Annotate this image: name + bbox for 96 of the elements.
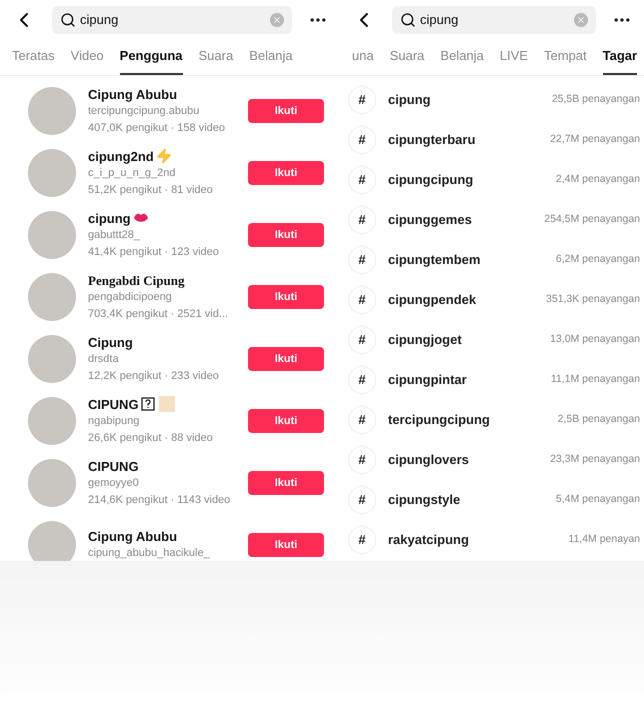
tab[interactable]: Tagar [602, 46, 638, 75]
view-count: 25,5B penayangan [552, 92, 640, 108]
user-stats: 26,6K pengikut · 88 video [88, 430, 214, 446]
hashtag-icon: # [348, 126, 376, 154]
follow-button[interactable]: Ikuti [248, 471, 324, 495]
hashtag-icon: # [348, 526, 376, 554]
hashtag-icon: # [348, 246, 376, 274]
user-name: cipung2nd [88, 148, 154, 164]
follow-button[interactable]: Ikuti [248, 161, 324, 185]
search-text: cipung [420, 11, 460, 30]
user-stats: 214,6K pengikut · 1143 video [88, 492, 232, 508]
user-handle: cipung_abubu_hacikule_ [88, 546, 211, 561]
avatar-placeholder [28, 149, 76, 197]
avatar-placeholder [28, 273, 76, 321]
view-count: 22,7M penayangan [550, 132, 640, 148]
avatar-placeholder [28, 521, 76, 561]
hashtag-icon: # [348, 86, 376, 114]
tab[interactable]: LIVE [500, 46, 528, 75]
hashtag-icon: # [348, 166, 376, 194]
view-count: 11,1M penayangan [550, 372, 640, 388]
tab[interactable]: una [352, 46, 374, 75]
tab[interactable]: Suara [390, 46, 424, 75]
user-handle: gemoyye0 [88, 476, 140, 490]
view-count: 11,4M penayan [568, 532, 640, 548]
user-handle: pengabdicipoeng [88, 290, 173, 304]
hashtag-icon: # [348, 206, 376, 234]
user-name: Cipung Abubu [88, 528, 178, 545]
lightning-icon [156, 148, 172, 164]
tab[interactable]: Pengguna [120, 46, 182, 75]
hashtag-name: cipung [388, 91, 432, 110]
hashtag-name: cipunglovers [388, 451, 470, 470]
hashtag-name: cipungtembem [388, 251, 482, 270]
avatar-placeholder [28, 459, 76, 507]
hashtag-icon: # [348, 446, 376, 474]
view-count: 254,5M penayangan [544, 212, 640, 228]
search-field[interactable]: cipung [52, 6, 292, 34]
follow-button[interactable]: Ikuti [248, 347, 324, 371]
user-stats: 51,2K pengikut · 81 video [88, 182, 214, 198]
search-icon [60, 12, 76, 28]
hashtag-name: tercipungcipung [388, 411, 491, 430]
hashtag-icon: # [348, 406, 376, 434]
tab[interactable]: Teratas [12, 46, 55, 75]
hashtag-name: cipunggemes [388, 211, 473, 230]
user-name: CIPUNG [88, 396, 139, 412]
user-handle: gabuttt28_ [88, 228, 142, 242]
lips-icon [132, 212, 149, 224]
tab[interactable]: Suara [198, 46, 234, 75]
hashtag-icon: # [348, 486, 376, 514]
tab[interactable]: Video [70, 46, 104, 75]
user-stats: 41,4K pengikut · 123 video [88, 244, 220, 260]
user-handle: ngabipung [88, 414, 140, 428]
hashtag-name: cipungjoget [388, 331, 463, 350]
avatar-placeholder [28, 211, 76, 259]
avatar-placeholder [28, 397, 76, 445]
color-swatch-icon [158, 396, 175, 412]
user-handle: drsdta [88, 352, 120, 366]
hashtag-name: rakyatcipung [388, 531, 470, 550]
hashtag-name: cipungcipung [388, 171, 474, 190]
hashtag-icon: # [348, 286, 376, 314]
user-stats: 703,4K pengikut · 2521 vid... [88, 306, 230, 322]
avatar-placeholder [28, 335, 76, 383]
missing-glyph-icon [140, 397, 155, 411]
hashtag-icon: # [348, 366, 376, 394]
hashtag-name: cipungpendek [388, 291, 478, 310]
user-name: Cipung [88, 334, 133, 350]
user-name: Pengabdi Cipung [88, 272, 184, 288]
user-name: Cipung Abubu [88, 86, 178, 102]
search-icon [400, 12, 416, 28]
follow-button[interactable]: Ikuti [248, 533, 324, 557]
view-count: 5,4M penayangan [556, 492, 640, 508]
view-count: 351,3K penayangan [546, 292, 640, 308]
user-stats: 12,2K pengikut · 233 video [88, 368, 220, 384]
view-count: 2,5B penayangan [558, 412, 640, 428]
view-count: 23,3M penayangan [550, 452, 640, 468]
follow-button[interactable]: Ikuti [248, 223, 324, 247]
hashtag-name: cipungterbaru [388, 131, 476, 150]
user-stats: 407,0K pengikut · 158 video [88, 120, 226, 136]
tab[interactable]: Belanja [249, 46, 293, 75]
tab[interactable]: Tempat [544, 46, 587, 75]
follow-button[interactable]: Ikuti [248, 409, 324, 433]
avatar-placeholder [28, 87, 76, 135]
user-handle: c_i_p_u_n_g_2nd [88, 166, 176, 180]
view-count: 13,0M penayangan [550, 332, 640, 348]
view-count: 2,4M penayangan [556, 172, 640, 188]
user-name: CIPUNG [88, 458, 139, 474]
view-count: 6,2M penayangan [556, 252, 640, 268]
tab[interactable]: Belanja [440, 46, 484, 75]
hashtag-name: cipungstyle [388, 491, 462, 510]
search-field[interactable]: cipung [392, 6, 596, 34]
user-name: cipung [88, 210, 131, 226]
follow-button[interactable]: Ikuti [248, 285, 324, 309]
search-text: cipung [80, 11, 120, 30]
hashtag-name: cipungpintar [388, 371, 468, 390]
follow-button[interactable]: Ikuti [248, 99, 324, 123]
hashtag-icon: # [348, 326, 376, 354]
user-handle: tercipungcipung.abubu [88, 104, 200, 118]
